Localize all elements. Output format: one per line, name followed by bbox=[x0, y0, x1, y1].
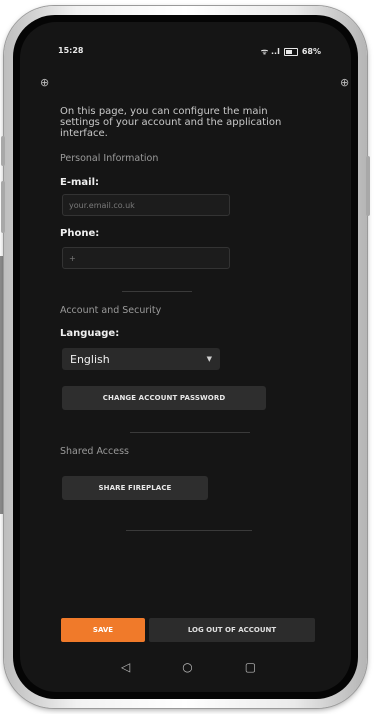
section-divider bbox=[126, 530, 252, 531]
phone-side-button bbox=[1, 181, 5, 233]
save-button[interactable]: SAVE bbox=[61, 618, 145, 642]
settings-icon[interactable]: ⊕ bbox=[40, 76, 49, 89]
language-select[interactable]: English ▼ bbox=[62, 348, 220, 370]
language-selected-value: English bbox=[70, 352, 110, 366]
battery-level: 68% bbox=[301, 47, 321, 56]
bottom-actions: SAVE LOG OUT OF ACCOUNT bbox=[46, 606, 337, 642]
system-nav-bar: ◁ ○ ▢ bbox=[0, 660, 377, 680]
section-title-security: Account and Security bbox=[60, 305, 162, 316]
share-fireplace-button[interactable]: SHARE FIREPLACE bbox=[62, 476, 208, 500]
phone-field[interactable] bbox=[62, 247, 230, 269]
phone-side-button bbox=[1, 136, 5, 166]
language-label: Language: bbox=[60, 328, 120, 339]
email-field[interactable] bbox=[62, 194, 230, 216]
phone-label: Phone: bbox=[60, 228, 100, 239]
home-icon[interactable]: ○ bbox=[182, 660, 192, 680]
chevron-down-icon: ▼ bbox=[206, 355, 212, 363]
info-icon[interactable]: ⊕ bbox=[340, 76, 349, 89]
section-title-personal: Personal Information bbox=[60, 153, 159, 164]
recents-icon[interactable]: ▢ bbox=[245, 660, 256, 680]
intro-text: On this page, you can configure the main… bbox=[60, 106, 282, 139]
back-icon[interactable]: ◁ bbox=[121, 660, 130, 680]
settings-content: On this page, you can configure the main… bbox=[60, 106, 327, 531]
section-title-shared: Shared Access bbox=[60, 446, 129, 457]
email-label: E-mail: bbox=[60, 177, 100, 188]
section-divider bbox=[130, 432, 250, 433]
logout-button[interactable]: LOG OUT OF ACCOUNT bbox=[149, 618, 315, 642]
change-password-button[interactable]: CHANGE ACCOUNT PASSWORD bbox=[62, 386, 266, 410]
wifi-signal-icon: ᯤ ..l bbox=[260, 47, 280, 56]
phone-side-button bbox=[366, 156, 370, 216]
battery-icon bbox=[283, 47, 298, 56]
section-divider bbox=[122, 291, 192, 292]
status-bar: 15:28 ᯤ ..l 68% bbox=[58, 46, 321, 60]
status-time: 15:28 bbox=[58, 46, 84, 55]
status-icons: ᯤ ..l 68% bbox=[261, 46, 321, 57]
